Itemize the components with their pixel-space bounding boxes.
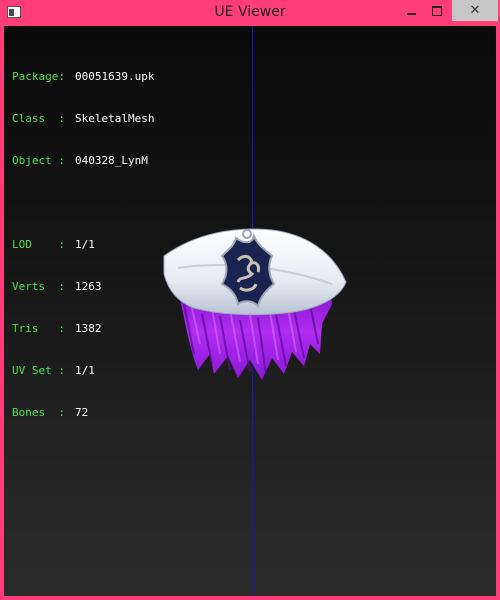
info-label: LOD : — [12, 238, 65, 251]
info-value: 1/1 — [75, 238, 95, 251]
title-bar[interactable]: UE Viewer ✕ — [0, 0, 500, 26]
app-window: UE Viewer ✕ Package: 00051639.upk Class :… — [0, 0, 500, 600]
info-row-uvset: UV Set : 1/1 — [12, 364, 154, 378]
info-row-bones: Bones : 72 — [12, 406, 154, 420]
3d-viewport[interactable]: Package: 00051639.upk Class : SkeletalMesh… — [4, 26, 496, 596]
info-value: 040328_LynM — [75, 154, 148, 167]
info-label: Verts : — [12, 280, 65, 293]
close-button[interactable]: ✕ — [452, 0, 498, 21]
info-label: UV Set : — [12, 364, 65, 377]
info-label: Tris : — [12, 322, 65, 335]
info-value: 1263 — [75, 280, 102, 293]
info-value: 72 — [75, 406, 89, 419]
maximize-button[interactable] — [424, 0, 450, 21]
info-label: Package: — [12, 70, 65, 83]
minimize-button[interactable] — [398, 0, 424, 21]
info-row-verts: Verts : 1263 — [12, 280, 154, 294]
minimize-icon — [406, 12, 416, 15]
info-label: Class : — [12, 112, 65, 125]
info-value: 00051639.upk — [75, 70, 155, 83]
mesh-info-overlay: Package: 00051639.upk Class : SkeletalMesh… — [12, 42, 154, 448]
info-value: 1382 — [75, 322, 102, 335]
info-row-package: Package: 00051639.upk — [12, 70, 154, 84]
close-icon: ✕ — [469, 3, 481, 18]
info-row-tris: Tris : 1382 — [12, 322, 154, 336]
info-value: SkeletalMesh — [75, 112, 155, 125]
info-label: Object : — [12, 154, 65, 167]
maximize-icon — [432, 5, 442, 16]
info-label: Bones : — [12, 406, 65, 419]
info-row-class: Class : SkeletalMesh — [12, 112, 154, 126]
skeletal-mesh-model[interactable] — [154, 204, 354, 384]
info-row-object: Object : 040328_LynM — [12, 154, 154, 168]
info-row-lod: LOD : 1/1 — [12, 238, 154, 252]
info-value: 1/1 — [75, 364, 95, 377]
